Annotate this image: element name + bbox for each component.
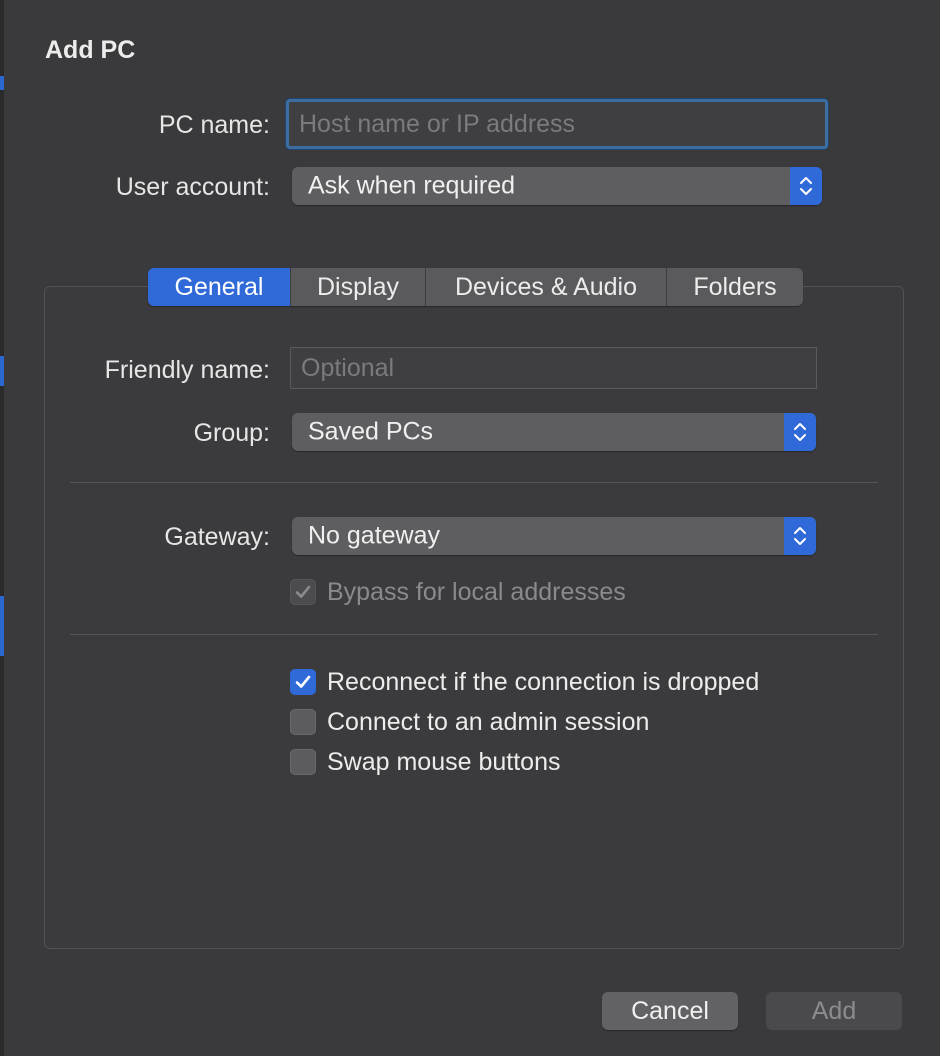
tab-bar: General Display Devices & Audio Folders [148, 268, 803, 306]
gateway-label: Gateway: [164, 523, 270, 551]
window-edge-highlight [0, 356, 4, 386]
add-button[interactable]: Add [766, 992, 902, 1030]
checkmark-icon [295, 585, 311, 598]
reconnect-checkbox[interactable] [290, 669, 316, 695]
user-account-label: User account: [115, 173, 270, 201]
window-edge [0, 0, 4, 1056]
group-value: Saved PCs [308, 417, 434, 446]
pc-name-label: PC name: [158, 111, 270, 139]
chevron-up-down-icon [790, 167, 822, 205]
swap-mouse-label[interactable]: Swap mouse buttons [327, 747, 560, 777]
bypass-local-label: Bypass for local addresses [327, 578, 626, 606]
group-label: Group: [193, 419, 270, 447]
chevron-up-down-icon [784, 413, 816, 451]
window-edge-highlight [0, 596, 4, 656]
swap-mouse-checkbox[interactable] [290, 749, 316, 775]
tab-display[interactable]: Display [290, 268, 425, 306]
section-divider [70, 634, 878, 635]
tab-general[interactable]: General [148, 268, 290, 306]
chevron-up-down-icon [784, 517, 816, 555]
friendly-name-label: Friendly name: [104, 356, 270, 384]
user-account-value: Ask when required [308, 171, 516, 200]
dialog-title: Add PC [45, 36, 136, 64]
window-edge-highlight [0, 76, 4, 90]
admin-session-label[interactable]: Connect to an admin session [327, 707, 649, 737]
bypass-local-checkbox [290, 579, 316, 605]
gateway-value: No gateway [308, 521, 441, 550]
section-divider [70, 482, 878, 483]
group-select[interactable]: Saved PCs [292, 413, 816, 451]
cancel-button[interactable]: Cancel [602, 992, 738, 1030]
pc-name-input[interactable] [286, 99, 828, 149]
add-pc-dialog: Add PC PC name: User account: Ask when r… [0, 0, 940, 1056]
reconnect-label[interactable]: Reconnect if the connection is dropped [327, 667, 759, 697]
user-account-select[interactable]: Ask when required [292, 167, 822, 205]
admin-session-checkbox[interactable] [290, 709, 316, 735]
friendly-name-input[interactable] [290, 347, 817, 389]
tab-devices-audio[interactable]: Devices & Audio [425, 268, 666, 306]
tab-folders[interactable]: Folders [666, 268, 803, 306]
gateway-select[interactable]: No gateway [292, 517, 816, 555]
checkmark-icon [295, 675, 311, 688]
